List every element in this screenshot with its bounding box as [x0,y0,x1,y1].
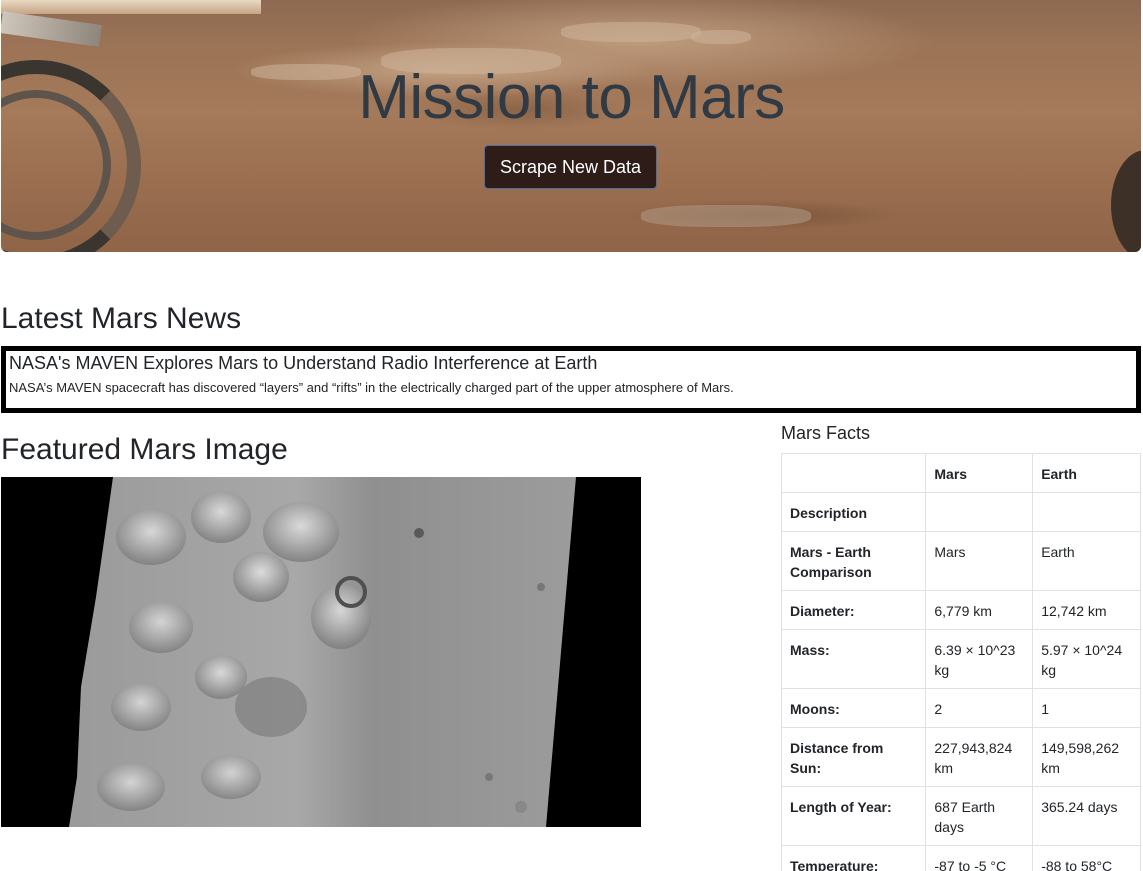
table-row: Moons: 2 1 [780,688,1141,728]
mars-value [925,492,1034,532]
row-label: Description [780,492,927,532]
featured-mars-image [1,477,641,827]
earth-value: 1 [1032,688,1141,728]
earth-value: 5.97 × 10^24 kg [1032,629,1141,689]
table-row: Distance from Sun: 227,943,824 km 149,59… [780,727,1141,787]
earth-value [1032,492,1141,532]
mars-value: 6,779 km [925,590,1034,630]
earth-value: 365.24 days [1032,786,1141,846]
mars-value: 227,943,824 km [925,727,1034,787]
table-row: Mars - Earth Comparison Mars Earth [780,531,1141,591]
mars-value: 6.39 × 10^23 kg [925,629,1034,689]
mars-facts-heading: Mars Facts [781,423,871,443]
table-row: Temperature: -87 to -5 °C -88 to 58°C [780,845,1141,871]
rock [641,205,811,227]
rover-arm [1,11,103,47]
page-title: Mission to Mars [358,63,785,132]
table-header-row: Mars Earth [780,453,1141,493]
earth-value: -88 to 58°C [1032,845,1141,871]
news-paragraph: NASA’s MAVEN spacecraft has discovered “… [9,380,734,395]
mars-value: Mars [925,531,1034,591]
column-header: Mars [925,453,1034,493]
earth-value: Earth [1032,531,1141,591]
row-label: Mars - Earth Comparison [780,531,927,591]
table-row: Description [780,492,1141,532]
earth-value: 12,742 km [1032,590,1141,630]
row-label: Temperature: [780,845,927,871]
rock [561,22,701,42]
hero-sky [1,0,261,14]
mars-value: -87 to -5 °C [925,845,1034,871]
row-label: Diameter: [780,590,927,630]
mars-value: 2 [925,688,1034,728]
mars-facts-table: Mars Earth Description Mars - Earth Comp… [780,453,1141,871]
row-label: Moons: [780,688,927,728]
row-label: Length of Year: [780,786,927,846]
column-header [780,453,927,493]
scrape-new-data-button[interactable]: Scrape New Data [484,145,657,189]
table-row: Length of Year: 687 Earth days 365.24 da… [780,786,1141,846]
table-row: Diameter: 6,779 km 12,742 km [780,590,1141,630]
column-header: Earth [1032,453,1141,493]
featured-image-heading: Featured Mars Image [1,433,288,466]
mars-value: 687 Earth days [925,786,1034,846]
news-title: NASA's MAVEN Explores Mars to Understand… [9,353,598,373]
mars-surface-image [69,477,576,827]
rock [691,30,751,44]
latest-news-heading: Latest Mars News [1,302,242,335]
row-label: Distance from Sun: [780,727,927,787]
earth-value: 149,598,262 km [1032,727,1141,787]
row-label: Mass: [780,629,927,689]
news-card: NASA's MAVEN Explores Mars to Understand… [1,346,1141,413]
table-row: Mass: 6.39 × 10^23 kg 5.97 × 10^24 kg [780,629,1141,689]
rover-wheel-right [1111,150,1141,252]
